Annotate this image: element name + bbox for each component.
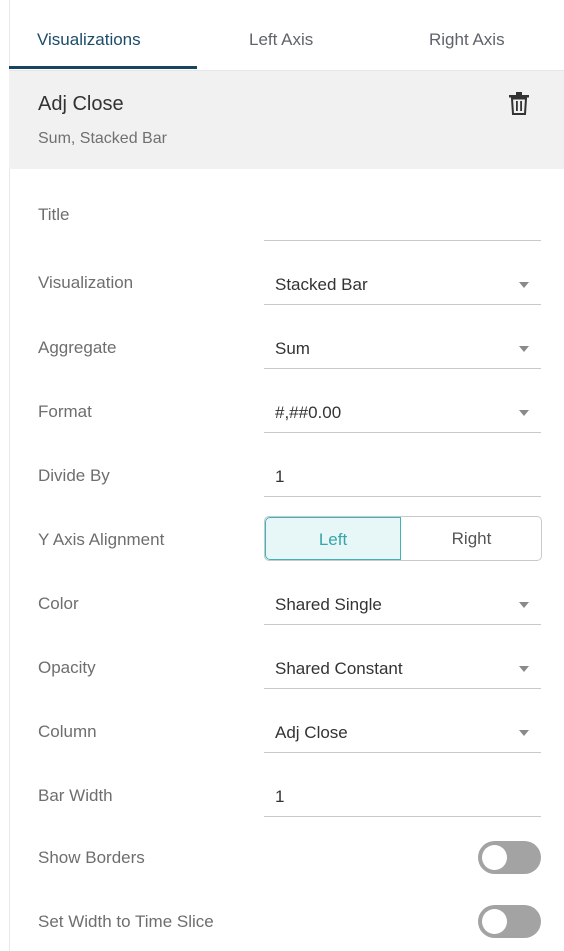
bar-width-label: Bar Width [38,786,113,805]
visualization-dropdown[interactable]: Stacked Bar [264,266,541,305]
bar-width-input[interactable]: 1 [264,778,541,817]
bar-width-value: 1 [275,787,285,806]
tab-right-axis[interactable]: Right Axis [429,30,505,50]
chevron-down-icon [519,410,529,416]
format-dropdown[interactable]: #,##0.00 [264,394,541,433]
y-axis-alignment-label: Y Axis Alignment [38,530,165,549]
chevron-down-icon [519,666,529,672]
column-label: Column [38,722,97,741]
title-input[interactable] [264,202,541,241]
aggregate-dropdown[interactable]: Sum [264,330,541,369]
column-dropdown[interactable]: Adj Close [264,714,541,753]
y-axis-alignment-toggle: Left Right [264,516,542,561]
series-title: Adj Close [38,93,124,115]
align-right-button[interactable]: Right [402,517,541,560]
color-dropdown[interactable]: Shared Single [264,586,541,625]
divide-by-input[interactable]: 1 [264,458,541,497]
show-borders-label: Show Borders [38,848,145,867]
chevron-down-icon [519,730,529,736]
divide-by-label: Divide By [38,466,110,485]
set-width-time-slice-label: Set Width to Time Slice [38,912,214,931]
divide-by-value: 1 [275,467,285,486]
visualization-label: Visualization [38,273,134,292]
chevron-down-icon [519,602,529,608]
format-value: #,##0.00 [275,403,342,422]
tab-bar: Visualizations Left Axis Right Axis [9,0,564,71]
set-width-time-slice-toggle[interactable] [478,905,541,938]
toggle-knob [482,909,507,934]
toggle-knob [482,845,507,870]
active-tab-indicator [9,66,197,69]
align-left-button[interactable]: Left [265,517,401,560]
series-subtitle: Sum, Stacked Bar [38,130,167,147]
format-label: Format [38,402,92,421]
aggregate-label: Aggregate [38,338,117,357]
aggregate-value: Sum [275,339,310,358]
column-value: Adj Close [275,723,348,742]
opacity-dropdown[interactable]: Shared Constant [264,650,541,689]
chevron-down-icon [519,346,529,352]
trash-icon[interactable] [508,91,530,115]
opacity-value: Shared Constant [275,659,403,678]
color-label: Color [38,594,79,613]
title-label: Title [38,205,70,224]
visualization-value: Stacked Bar [275,275,368,294]
series-header: Adj Close Sum, Stacked Bar [9,71,564,169]
tab-left-axis[interactable]: Left Axis [249,30,313,50]
color-value: Shared Single [275,595,382,614]
chevron-down-icon [519,282,529,288]
opacity-label: Opacity [38,658,96,677]
show-borders-toggle[interactable] [478,841,541,874]
tab-visualizations[interactable]: Visualizations [37,30,141,50]
